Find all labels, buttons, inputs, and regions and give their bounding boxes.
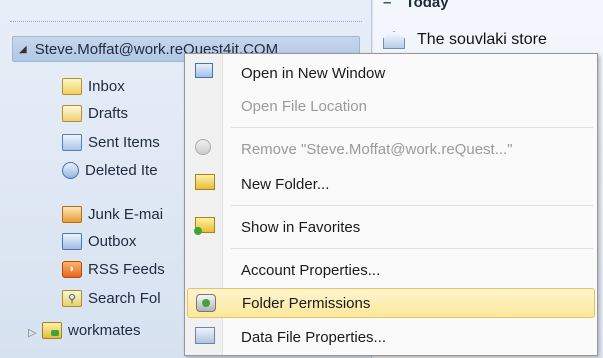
outbox-icon: [62, 232, 82, 250]
favorites-icon: [194, 217, 215, 235]
folder-junk-email[interactable]: Junk E-mai: [62, 202, 163, 226]
new-folder-icon: [195, 174, 215, 190]
collapse-dash-icon[interactable]: –: [383, 0, 391, 11]
search-folders-icon: ⚲: [62, 289, 82, 307]
open-envelope-icon: [383, 31, 405, 49]
folder-label: RSS Feeds: [88, 260, 165, 278]
folder-inbox[interactable]: Inbox: [62, 74, 125, 98]
context-menu: Open in New Window Open File Location Re…: [184, 53, 598, 356]
menu-separator: [231, 127, 593, 128]
menu-item-account-properties[interactable]: Account Properties...: [187, 255, 595, 285]
menu-item-label: Show in Favorites: [241, 218, 361, 236]
menu-item-show-in-favorites[interactable]: Show in Favorites: [187, 212, 595, 242]
menu-item-label: Account Properties...: [241, 261, 381, 279]
inbox-icon: [62, 77, 82, 95]
new-window-icon: [195, 63, 213, 78]
sent-items-icon: [62, 133, 82, 151]
menu-item-label: Remove "Steve.Moffat@work.reQuest...": [241, 140, 513, 158]
menu-item-label: New Folder...: [241, 175, 330, 193]
menu-separator: [231, 248, 593, 249]
menu-item-label: Open File Location: [241, 97, 367, 115]
message-item[interactable]: The souvlaki store: [383, 24, 603, 56]
menu-separator: [231, 205, 593, 206]
folder-label: Outbox: [88, 232, 137, 250]
menu-item-open-file-location[interactable]: Open File Location: [187, 91, 595, 121]
folder-label: Deleted Ite: [85, 161, 158, 179]
menu-item-folder-permissions[interactable]: Folder Permissions: [187, 288, 595, 318]
data-file-properties-icon: [195, 327, 215, 344]
folder-outbox[interactable]: Outbox: [62, 229, 136, 253]
folder-drafts[interactable]: Drafts: [62, 101, 128, 125]
menu-item-new-folder[interactable]: New Folder...: [187, 169, 595, 199]
rss-feeds-icon: ◗: [62, 260, 82, 278]
folder-workmates[interactable]: workmates: [42, 318, 141, 342]
folder-label: workmates: [68, 321, 141, 339]
menu-item-data-file-properties[interactable]: Data File Properties...: [187, 322, 595, 352]
folder-label: Junk E-mai: [88, 205, 164, 223]
junk-email-icon: [62, 205, 82, 223]
menu-item-label: Folder Permissions: [242, 294, 371, 312]
menu-item-label: Open in New Window: [241, 64, 386, 82]
folder-deleted-items[interactable]: Deleted Ite: [62, 158, 158, 182]
menu-item-remove-account[interactable]: Remove "Steve.Moffat@work.reQuest...": [187, 134, 595, 164]
drafts-icon: [62, 104, 82, 122]
folder-sent-items[interactable]: Sent Items: [62, 130, 160, 154]
divider: [10, 21, 362, 22]
folder-label: Sent Items: [88, 133, 160, 151]
shared-folder-icon: [42, 321, 62, 339]
remove-account-icon: [195, 139, 211, 155]
message-subject: The souvlaki store: [417, 31, 547, 48]
group-header-label: Today: [405, 0, 449, 11]
folder-permissions-icon: [196, 294, 216, 312]
menu-item-label: Data File Properties...: [241, 328, 387, 346]
folder-label: Inbox: [88, 77, 125, 95]
folder-rss-feeds[interactable]: ◗ RSS Feeds: [62, 257, 165, 281]
folder-label: Search Fol: [88, 289, 161, 307]
expand-triangle-icon[interactable]: ▷: [28, 326, 36, 339]
group-header-today[interactable]: – Today: [383, 0, 449, 11]
menu-item-open-in-new-window[interactable]: Open in New Window: [187, 58, 595, 88]
collapse-triangle-icon[interactable]: ◢: [19, 44, 27, 55]
folder-label: Drafts: [88, 104, 129, 122]
deleted-items-icon: [62, 161, 79, 179]
folder-search-folders[interactable]: ⚲ Search Fol: [62, 286, 161, 310]
